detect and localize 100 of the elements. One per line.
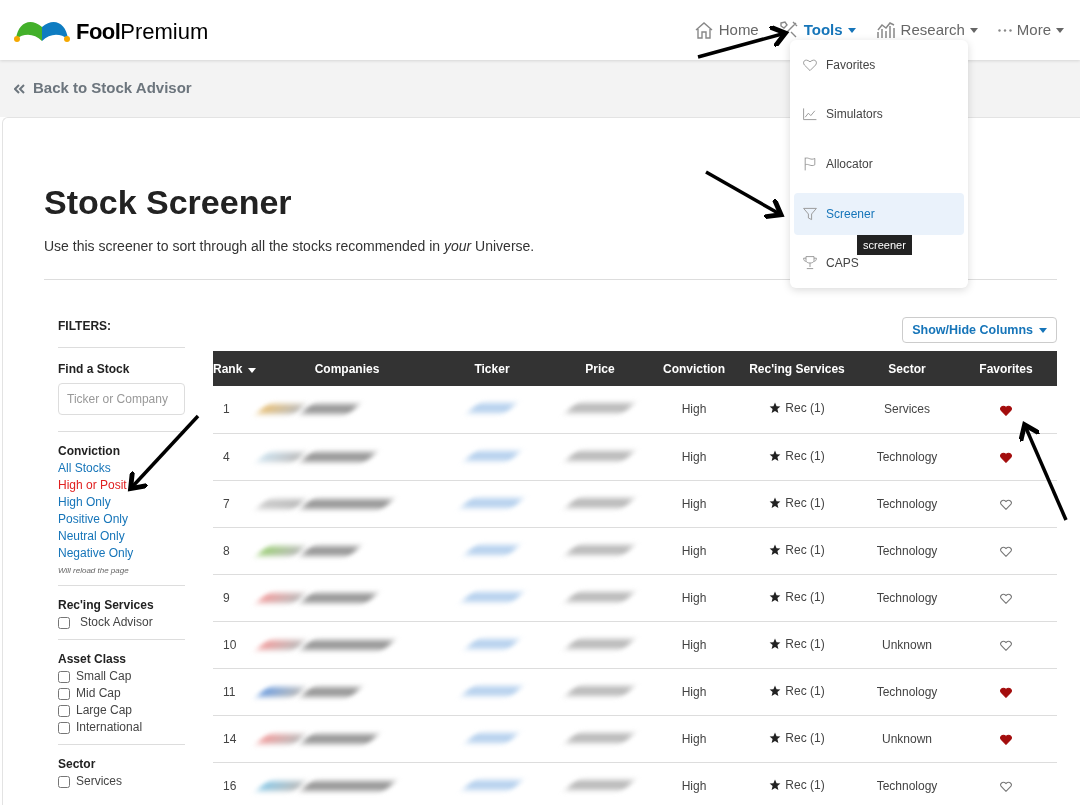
nav-link[interactable]: Research [875,18,978,42]
trophy-icon [802,255,818,272]
rank-cell: 1 [213,386,257,433]
filter-link[interactable]: High Only [58,494,185,511]
heart-icon[interactable] [1000,451,1012,463]
menu-item[interactable]: Favorites [794,55,964,74]
rank-cell: 7 [213,480,257,527]
rank-cell: 10 [213,621,257,668]
conviction-cell: High [653,574,735,621]
heart-icon [802,56,818,73]
filter-link[interactable]: All Stocks [58,460,185,477]
column-header[interactable]: Rank [213,351,257,386]
conviction-cell: High [653,527,735,574]
checkbox[interactable] [58,721,70,734]
conviction-cell: High [653,621,735,668]
filter-icon [802,205,818,222]
menu-item[interactable]: Allocator [794,155,964,173]
checkbox[interactable] [58,670,70,683]
column-header[interactable]: Conviction [653,351,735,386]
filter-heading: Sector [58,756,97,773]
conviction-cell: High [653,480,735,527]
column-header[interactable]: Price [547,351,653,386]
checkbox[interactable] [58,775,70,788]
filter-heading: Conviction [58,443,121,460]
sector-cell: Unknown [859,621,955,668]
nav-link[interactable]: Tools [778,18,856,42]
checkbox-label: Small Cap [76,668,132,685]
star-icon [769,684,782,697]
sector-cell: Technology [859,668,955,715]
checkbox-label: Stock Advisor [80,614,153,631]
checkbox[interactable] [58,687,70,700]
checkbox-label: Services [76,773,122,790]
reload-note: Will reload the page [58,565,130,577]
heart-icon[interactable] [1000,686,1012,698]
heart-icon[interactable] [1000,404,1012,416]
heart-icon[interactable] [1000,780,1012,792]
sector-cell: Technology [859,480,955,527]
rec-count: Rec (1) [785,494,825,512]
rec-count: Rec (1) [785,400,825,418]
column-header[interactable]: Favorites [955,351,1057,386]
star-icon [769,402,782,415]
filter-link[interactable]: Negative Only [58,545,185,562]
conviction-cell: High [653,668,735,715]
show-hide-columns-button[interactable]: Show/Hide Columns [902,317,1057,343]
rec-count: Rec (1) [785,729,825,747]
star-icon [769,778,782,791]
rec-count: Rec (1) [785,776,825,794]
sector-cell: Technology [859,433,955,480]
rec-count: Rec (1) [785,682,825,700]
menu-item[interactable]: Screener [794,192,964,235]
conviction-cell: High [653,715,735,762]
page-description: Use this screener to sort through all the stocks recommended in your Universe. [44,237,535,256]
filter-link[interactable]: High or Posit [58,477,185,494]
filter-heading: FILTERS: [58,318,113,335]
star-icon [769,590,782,603]
tooltip: screener [857,235,912,255]
back-link[interactable]: Back to Stock Advisor [14,77,192,100]
rank-cell: 4 [213,433,257,480]
flag-icon [802,156,818,172]
heart-icon[interactable] [1000,545,1012,557]
column-header[interactable]: Rec'ing Services [735,351,859,386]
column-header[interactable]: Companies [257,351,437,386]
filter-heading: Rec'ing Services [58,597,155,614]
nav-link[interactable]: More [997,18,1064,42]
star-icon [769,637,782,650]
star-icon [769,543,782,556]
filter-link[interactable]: Neutral Only [58,528,185,545]
sector-cell: Unknown [859,715,955,762]
checkbox-label: International [76,719,143,736]
search-field[interactable]: Ticker or Company [58,383,185,415]
heart-icon[interactable] [1000,498,1012,510]
home-icon [693,20,714,40]
checkbox[interactable] [58,704,70,717]
star-icon [769,731,782,744]
column-header[interactable]: Ticker [437,351,547,386]
filter-heading: Asset Class [58,651,128,668]
heart-icon[interactable] [1000,639,1012,651]
conviction-cell: High [653,433,735,480]
rank-cell: 14 [213,715,257,762]
rank-cell: 11 [213,668,257,715]
heart-icon[interactable] [1000,733,1012,745]
sector-cell: Technology [859,574,955,621]
rank-cell: 8 [213,527,257,574]
heart-icon[interactable] [1000,592,1012,604]
star-icon [769,449,782,462]
brand-logo: FoolPremium [76,21,209,43]
sector-cell: Technology [859,762,955,805]
checkbox-label: Mid Cap [76,685,121,702]
column-header[interactable]: Sector [859,351,955,386]
filter-link[interactable]: Positive Only [58,511,185,528]
menu-item[interactable]: Simulators [794,105,964,124]
double-chevron-left-icon [14,83,25,94]
page-title: Stock Screener [44,182,292,222]
menu-item[interactable]: CAPS [794,254,964,273]
rec-count: Rec (1) [785,447,825,465]
checkbox[interactable] [58,616,70,629]
rank-cell: 9 [213,574,257,621]
dots-icon [997,28,1012,32]
conviction-cell: High [653,386,735,433]
nav-link[interactable]: Home [693,18,759,42]
